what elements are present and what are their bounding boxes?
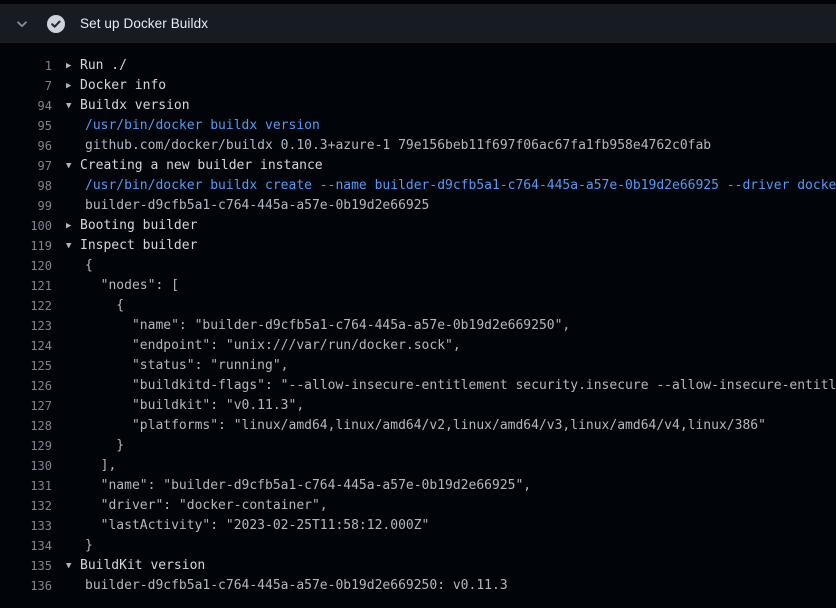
output-text: "name": "builder-d9cfb5a1-c764-445a-a57e… [66,476,836,496]
line-number[interactable]: 130 [0,456,52,476]
line-number[interactable]: 94 [0,96,52,116]
group-expanded-icon[interactable]: ▼ [66,236,80,256]
group-collapsed-icon[interactable]: ▶ [66,56,80,76]
line-number[interactable]: 121 [0,276,52,296]
output-text: builder-d9cfb5a1-c764-445a-a57e-0b19d2e6… [66,196,836,216]
log-line: 133 "lastActivity": "2023-02-25T11:58:12… [0,516,836,536]
log-line: 95/usr/bin/docker buildx version [0,116,836,136]
step-title: Set up Docker Buildx [80,16,208,31]
output-text: "platforms": "linux/amd64,linux/amd64/v2… [66,416,836,436]
output-text: builder-d9cfb5a1-c764-445a-a57e-0b19d2e6… [66,576,836,596]
group-title: Inspect builder [80,238,197,253]
line-number[interactable]: 98 [0,176,52,196]
line-number[interactable]: 1 [0,56,52,76]
output-text: "buildkitd-flags": "--allow-insecure-ent… [66,376,836,396]
log-line: 96 github.com/docker/buildx 0.10.3+azure-… [0,136,836,156]
log-group-row[interactable]: 135 ▼BuildKit version [0,556,836,576]
log-line: 126 "buildkitd-flags": "--allow-insecure… [0,376,836,396]
log-line: 130 ], [0,456,836,476]
log-group-row[interactable]: 100 ▶Booting builder [0,216,836,236]
group-title: Docker info [80,78,166,93]
chevron-down-icon[interactable] [14,16,30,32]
group-collapsed-icon[interactable]: ▶ [66,216,80,236]
line-number[interactable]: 124 [0,336,52,356]
line-number[interactable]: 128 [0,416,52,436]
log-line: 125 "status": "running", [0,356,836,376]
group-title: Booting builder [80,218,197,233]
group-title: BuildKit version [80,558,205,573]
log-line: 120 { [0,256,836,276]
line-number[interactable]: 134 [0,536,52,556]
output-text: "status": "running", [66,356,836,376]
group-expanded-icon[interactable]: ▼ [66,156,80,176]
group-title: Buildx version [80,98,190,113]
line-number[interactable]: 120 [0,256,52,276]
group-title: Creating a new builder instance [80,158,323,173]
log-line: 99 builder-d9cfb5a1-c764-445a-a57e-0b19d2… [0,196,836,216]
line-number[interactable]: 122 [0,296,52,316]
group-collapsed-icon[interactable]: ▶ [66,76,80,96]
log-line: 122 { [0,296,836,316]
log-group-row[interactable]: 97 ▼Creating a new builder instance [0,156,836,176]
line-number[interactable]: 126 [0,376,52,396]
log-line: 123 "name": "builder-d9cfb5a1-c764-445a-… [0,316,836,336]
line-number[interactable]: 127 [0,396,52,416]
line-number[interactable]: 135 [0,556,52,576]
log-line: 98/usr/bin/docker buildx create --name b… [0,176,836,196]
command-text: /usr/bin/docker buildx create --name bui… [66,176,836,196]
group-expanded-icon[interactable]: ▼ [66,96,80,116]
command-text: /usr/bin/docker buildx version [66,116,836,136]
log-line: 127 "buildkit": "v0.11.3", [0,396,836,416]
output-text: } [66,536,836,556]
line-number[interactable]: 132 [0,496,52,516]
output-text: ], [66,456,836,476]
group-expanded-icon[interactable]: ▼ [66,556,80,576]
log-line: 128 "platforms": "linux/amd64,linux/amd6… [0,416,836,436]
line-number[interactable]: 123 [0,316,52,336]
line-number[interactable]: 136 [0,576,52,596]
output-text: "endpoint": "unix:///var/run/docker.sock… [66,336,836,356]
log-line: 121 "nodes": [ [0,276,836,296]
output-text: "lastActivity": "2023-02-25T11:58:12.000… [66,516,836,536]
log-group-row[interactable]: 1 ▶Run ./ [0,56,836,76]
line-number[interactable]: 100 [0,216,52,236]
group-title: Run ./ [80,58,127,73]
line-number[interactable]: 95 [0,116,52,136]
log-line: 132 "driver": "docker-container", [0,496,836,516]
line-number[interactable]: 96 [0,136,52,156]
line-number[interactable]: 129 [0,436,52,456]
output-text: { [66,296,836,316]
line-number[interactable]: 99 [0,196,52,216]
line-number[interactable]: 119 [0,236,52,256]
step-header[interactable]: Set up Docker Buildx [0,4,836,43]
log-line: 131 "name": "builder-d9cfb5a1-c764-445a-… [0,476,836,496]
log-lines: 1▶Run ./7▶Docker info94▼Buildx version95… [0,43,836,596]
output-text: "nodes": [ [66,276,836,296]
line-number[interactable]: 7 [0,76,52,96]
log-group-row[interactable]: 119 ▼Inspect builder [0,236,836,256]
log-line: 136 builder-d9cfb5a1-c764-445a-a57e-0b19d… [0,576,836,596]
log-line: 124 "endpoint": "unix:///var/run/docker.… [0,336,836,356]
log-line: 129 } [0,436,836,456]
log-group-row[interactable]: 7 ▶Docker info [0,76,836,96]
check-circle-icon [47,15,65,33]
log-line: 134} [0,536,836,556]
line-number[interactable]: 131 [0,476,52,496]
output-text: "driver": "docker-container", [66,496,836,516]
output-text: { [66,256,836,276]
line-number[interactable]: 97 [0,156,52,176]
output-text: } [66,436,836,456]
line-number[interactable]: 133 [0,516,52,536]
output-text: "buildkit": "v0.11.3", [66,396,836,416]
log-group-row[interactable]: 94 ▼Buildx version [0,96,836,116]
output-text: github.com/docker/buildx 0.10.3+azure-1 … [66,136,836,156]
line-number[interactable]: 125 [0,356,52,376]
output-text: "name": "builder-d9cfb5a1-c764-445a-a57e… [66,316,836,336]
